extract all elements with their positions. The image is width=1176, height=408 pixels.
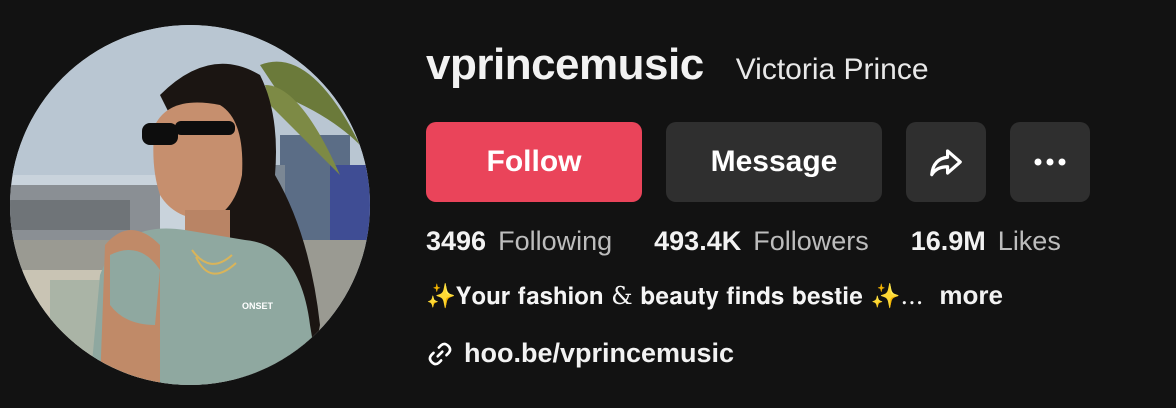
stat-label: Likes (997, 226, 1061, 256)
more-icon (1034, 158, 1066, 166)
message-button[interactable]: Message (666, 122, 882, 202)
name-row: vprincemusic Victoria Prince (426, 40, 1166, 100)
stat-label: Following (498, 226, 613, 256)
display-name: Victoria Prince (735, 53, 929, 86)
stats-row: 3496 Following 493.4K Followers 16.9M Li… (426, 226, 1061, 257)
svg-text:ONSET: ONSET (242, 301, 274, 311)
follow-button[interactable]: Follow (426, 122, 642, 202)
stat-following[interactable]: 3496 Following (426, 226, 612, 257)
stat-value: 3496 (426, 226, 487, 256)
username: vprincemusic (426, 40, 704, 89)
more-button[interactable] (1010, 122, 1090, 202)
avatar-image: ONSET (10, 25, 370, 385)
profile-info: vprincemusic Victoria Prince Follow Mess… (426, 40, 1166, 368)
bio-more-link[interactable]: more (939, 280, 1003, 311)
avatar[interactable]: ONSET (10, 25, 370, 385)
share-button[interactable] (906, 122, 986, 202)
stat-likes: 16.9M Likes (911, 226, 1061, 257)
stat-value: 493.4K (654, 226, 742, 256)
stat-label: Followers (753, 226, 869, 256)
link-icon (428, 342, 452, 365)
bio-text: ✨𝐘𝐨𝐮𝐫 𝐟𝐚𝐬𝐡𝐢𝐨𝐧 & 𝐛𝐞𝐚𝐮𝐭𝐲 𝐟𝐢𝐧𝐝𝐬 𝐛𝐞𝐬𝐭𝐢𝐞 ✨... (426, 281, 924, 310)
profile-link-text: hoo.be/vprincemusic (464, 338, 735, 368)
bio: ✨𝐘𝐨𝐮𝐫 𝐟𝐚𝐬𝐡𝐢𝐨𝐧 & 𝐛𝐞𝐚𝐮𝐭𝐲 𝐟𝐢𝐧𝐝𝐬 𝐛𝐞𝐬𝐭𝐢𝐞 ✨...… (426, 280, 1003, 311)
profile-link[interactable]: hoo.be/vprincemusic (426, 338, 734, 369)
share-icon (930, 149, 962, 177)
stat-value: 16.9M (910, 226, 986, 256)
stat-followers[interactable]: 493.4K Followers (654, 226, 869, 257)
